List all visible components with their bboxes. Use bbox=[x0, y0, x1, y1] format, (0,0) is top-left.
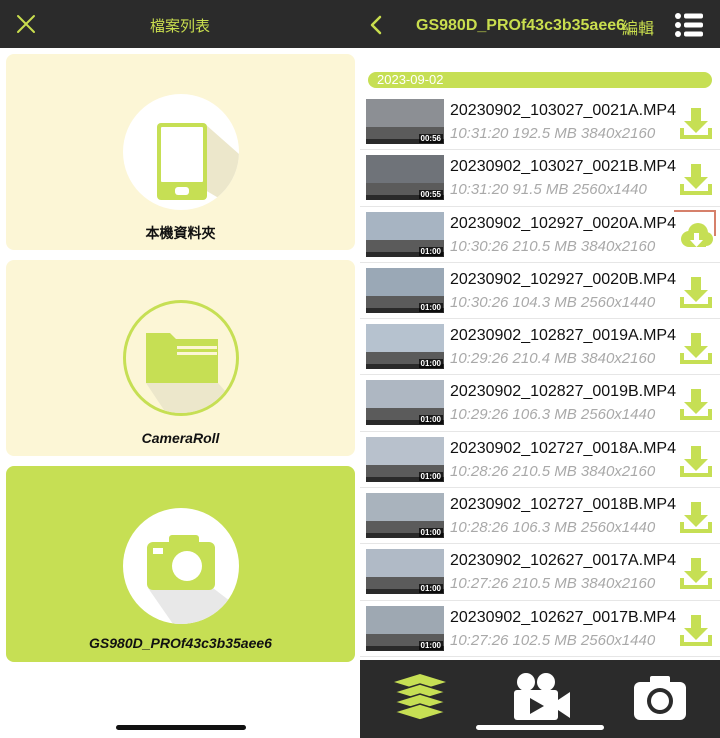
duration-badge: 01:00 bbox=[418, 302, 443, 312]
camera-icon-badge bbox=[123, 508, 239, 624]
file-name: 20230902_102827_0019B.MP4 bbox=[450, 383, 676, 401]
device-label: GS980D_PROf43c3b35aee6 bbox=[89, 635, 272, 651]
device-title: GS980D_PROf43c3b35aee6 bbox=[416, 17, 626, 34]
file-meta: 10:31:20 192.5 MB 3840x2160 bbox=[450, 125, 656, 142]
download-icon[interactable] bbox=[678, 106, 714, 140]
local-folder-card[interactable]: 本機資料夾 bbox=[6, 54, 355, 250]
phone-icon-badge bbox=[123, 94, 239, 210]
date-group-header: 2023-09-02 bbox=[368, 72, 712, 88]
file-name: 20230902_103027_0021B.MP4 bbox=[450, 158, 676, 176]
file-name: 20230902_102627_0017A.MP4 bbox=[450, 552, 676, 570]
video-thumbnail[interactable]: 01:00 bbox=[366, 211, 444, 257]
file-list: 00:56 20230902_103027_0021A.MP4 10:31:20 1… bbox=[360, 94, 720, 657]
duration-badge: 00:55 bbox=[418, 190, 443, 200]
file-row[interactable]: 01:00 20230902_102927_0020A.MP4 10:30:26 2… bbox=[360, 207, 720, 263]
folder-icon-badge bbox=[123, 300, 239, 416]
download-icon[interactable] bbox=[678, 387, 714, 421]
file-row[interactable]: 01:00 20230902_102927_0020B.MP4 10:30:26 1… bbox=[360, 263, 720, 320]
download-icon[interactable] bbox=[678, 500, 714, 534]
file-row[interactable]: 01:00 20230902_102727_0018B.MP4 10:28:26 1… bbox=[360, 488, 720, 545]
phone-icon bbox=[157, 123, 239, 210]
duration-badge: 01:00 bbox=[418, 640, 443, 650]
device-file-panel: GS980D_PROf43c3b35aee6 編輯 2023-09-02 00:… bbox=[360, 0, 720, 738]
download-icon[interactable] bbox=[678, 331, 714, 365]
camera-icon[interactable] bbox=[628, 670, 692, 722]
video-thumbnail[interactable]: 01:00 bbox=[366, 267, 444, 313]
file-meta: 10:28:26 106.3 MB 2560x1440 bbox=[450, 519, 656, 537]
file-row[interactable]: 01:00 20230902_102827_0019A.MP4 10:29:26 2… bbox=[360, 319, 720, 376]
file-name: 20230902_102727_0018B.MP4 bbox=[450, 496, 676, 514]
file-name: 20230902_102927_0020A.MP4 bbox=[450, 214, 676, 232]
download-icon[interactable] bbox=[678, 275, 714, 309]
file-row[interactable]: 01:00 20230902_102727_0018A.MP4 10:28:26 2… bbox=[360, 432, 720, 489]
folder-icon bbox=[146, 333, 236, 413]
video-thumbnail[interactable]: 01:00 bbox=[366, 493, 444, 539]
file-name: 20230902_103027_0021A.MP4 bbox=[450, 102, 676, 119]
download-icon[interactable] bbox=[678, 613, 714, 647]
file-name: 20230902_102727_0018A.MP4 bbox=[450, 439, 676, 457]
video-thumbnail[interactable]: 01:00 bbox=[366, 549, 444, 595]
duration-badge: 01:00 bbox=[418, 246, 443, 256]
camera-icon bbox=[147, 535, 239, 624]
duration-badge: 01:00 bbox=[418, 528, 443, 538]
right-header: GS980D_PROf43c3b35aee6 編輯 bbox=[360, 0, 720, 48]
file-meta: 10:30:26 210.5 MB 3840x2160 bbox=[450, 237, 656, 255]
download-icon[interactable] bbox=[678, 444, 714, 478]
download-icon[interactable] bbox=[678, 556, 714, 590]
file-row[interactable]: 01:00 20230902_102827_0019B.MP4 10:29:26 1… bbox=[360, 375, 720, 432]
duration-badge: 01:00 bbox=[418, 359, 443, 369]
local-folder-label: 本機資料夾 bbox=[145, 226, 216, 242]
video-thumbnail[interactable]: 01:00 bbox=[366, 436, 444, 482]
file-meta: 10:28:26 210.5 MB 3840x2160 bbox=[450, 462, 656, 480]
back-chevron-icon[interactable] bbox=[366, 14, 386, 36]
duration-badge: 01:00 bbox=[418, 471, 443, 481]
duration-badge: 00:56 bbox=[418, 134, 443, 143]
file-row[interactable]: 00:56 20230902_103027_0021A.MP4 10:31:20 1… bbox=[360, 94, 720, 151]
home-indicator[interactable] bbox=[476, 725, 604, 730]
device-card[interactable]: GS980D_PROf43c3b35aee6 bbox=[6, 466, 355, 662]
download-icon[interactable] bbox=[678, 162, 714, 196]
edit-button[interactable]: 編輯 bbox=[622, 15, 654, 39]
duration-badge: 01:00 bbox=[418, 415, 443, 425]
left-header: 檔案列表 bbox=[0, 0, 360, 48]
file-name: 20230902_102627_0017B.MP4 bbox=[450, 608, 676, 626]
file-meta: 10:31:20 91.5 MB 2560x1440 bbox=[450, 181, 647, 199]
video-thumbnail[interactable]: 00:56 bbox=[366, 99, 444, 144]
video-thumbnail[interactable]: 01:00 bbox=[366, 324, 444, 370]
file-meta: 10:30:26 104.3 MB 2560x1440 bbox=[450, 293, 656, 311]
file-name: 20230902_102827_0019A.MP4 bbox=[450, 327, 676, 345]
file-name: 20230902_102927_0020B.MP4 bbox=[450, 270, 676, 288]
page-title: 檔案列表 bbox=[149, 17, 210, 35]
file-source-panel: 檔案列表 本機資料夾 CameraRoll GS980D_PROf43c3b35… bbox=[0, 0, 360, 738]
cloud-download-icon[interactable] bbox=[678, 219, 714, 253]
video-thumbnail[interactable]: 01:00 bbox=[366, 380, 444, 426]
list-menu-icon[interactable] bbox=[674, 12, 704, 38]
file-meta: 10:27:26 102.5 MB 2560x1440 bbox=[450, 631, 656, 649]
file-meta: 10:29:26 106.3 MB 2560x1440 bbox=[450, 406, 656, 424]
layers-icon[interactable] bbox=[388, 670, 452, 722]
camera-roll-card[interactable]: CameraRoll bbox=[6, 260, 355, 456]
file-row[interactable]: 00:55 20230902_103027_0021B.MP4 10:31:20 9… bbox=[360, 150, 720, 207]
file-meta: 10:29:26 210.4 MB 3840x2160 bbox=[450, 350, 656, 368]
camera-roll-label: CameraRoll bbox=[141, 430, 220, 446]
file-meta: 10:27:26 210.5 MB 3840x2160 bbox=[450, 575, 656, 593]
video-thumbnail[interactable]: 01:00 bbox=[366, 605, 444, 651]
duration-badge: 01:00 bbox=[418, 584, 443, 594]
home-indicator[interactable] bbox=[116, 725, 246, 730]
video-camera-icon[interactable] bbox=[508, 670, 572, 722]
file-row[interactable]: 01:00 20230902_102627_0017B.MP4 10:27:26 1… bbox=[360, 601, 720, 657]
video-thumbnail[interactable]: 00:55 bbox=[366, 155, 444, 201]
file-row[interactable]: 01:00 20230902_102627_0017A.MP4 10:27:26 2… bbox=[360, 544, 720, 601]
